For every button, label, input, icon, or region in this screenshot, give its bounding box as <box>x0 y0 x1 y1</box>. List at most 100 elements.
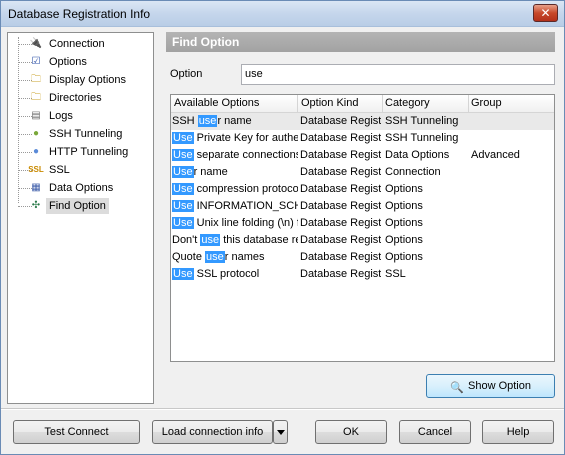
find-option-arrows-icon: ✣ <box>31 200 41 211</box>
option-kind-cell: Database Registr <box>300 115 381 127</box>
column-header-group[interactable]: Group <box>471 97 502 109</box>
search-match-highlight: use <box>197 115 218 127</box>
show-option-button[interactable]: 🔍 Show Option <box>426 374 555 398</box>
grid-header: Available Options Option Kind Category G… <box>171 95 554 113</box>
search-match-highlight: Use <box>172 268 194 280</box>
table-row[interactable]: Use INFORMATION_SCHE Database Registr Opti… <box>171 198 554 215</box>
table-row[interactable]: Quote user names Database Registr Options <box>171 249 554 266</box>
table-row[interactable]: Don't use this database re Database Regis… <box>171 232 554 249</box>
table-row[interactable]: SSH user name Database Registr SSH Tunneli… <box>171 113 554 130</box>
help-button[interactable]: Help <box>482 420 554 444</box>
tree-item-label: HTTP Tunneling <box>49 146 129 158</box>
search-match-highlight: use <box>200 234 221 246</box>
ssh-tunneling-icon: ● <box>32 128 40 139</box>
search-match-highlight: Use <box>172 132 194 144</box>
option-label: Option <box>170 68 203 80</box>
tree-item-directories[interactable]: 🗀 Directories <box>8 90 138 107</box>
option-text: Quote <box>172 251 206 263</box>
available-option-cell: Use SSL protocol <box>172 268 298 283</box>
tree-item-label: Display Options <box>49 74 127 86</box>
table-row[interactable]: Use Unix line folding (\n) fo Database Re… <box>171 215 554 232</box>
group-cell <box>471 183 551 198</box>
option-text: Don't <box>172 234 201 246</box>
option-text: compression protocol <box>193 183 298 195</box>
category-cell: Options <box>385 234 423 246</box>
title-bar[interactable]: Database Registration Info ✕ <box>1 1 564 27</box>
options-tree[interactable]: 🔌 Connection ☑ Options 🗀 Display Options 🗀 Dire… <box>7 32 154 404</box>
table-row[interactable]: User name Database Registr Connection <box>171 164 554 181</box>
option-text: Unix line folding (\n) fo <box>193 217 298 229</box>
option-kind-cell: Database Registr <box>300 183 381 195</box>
database-registration-window: Database Registration Info ✕ 🔌 Connection… <box>0 0 565 455</box>
options-grid[interactable]: Available Options Option Kind Category G… <box>170 94 555 362</box>
search-match-highlight: Use <box>172 149 194 161</box>
tree-item-ssh-tunneling[interactable]: ● SSH Tunneling <box>8 126 138 143</box>
tree-item-data-options[interactable]: ▦ Data Options <box>8 180 138 197</box>
ssl-icon: SSL <box>28 165 44 174</box>
tree-item-logs[interactable]: ▤ Logs <box>8 108 138 125</box>
tree-item-label: Options <box>49 56 87 68</box>
tree-item-label: Directories <box>49 92 102 104</box>
group-cell <box>471 115 551 130</box>
column-divider <box>382 95 383 113</box>
tree-item-label: SSL <box>49 164 70 176</box>
available-option-cell: Use compression protocol <box>172 183 298 198</box>
cancel-button[interactable]: Cancel <box>399 420 471 444</box>
column-header-option-kind[interactable]: Option Kind <box>301 97 358 109</box>
option-kind-cell: Database Registr <box>300 234 381 246</box>
search-match-highlight: use <box>205 251 225 263</box>
option-kind-cell: Database Registr <box>300 166 381 178</box>
category-cell: Options <box>385 200 423 212</box>
tree-item-label: SSH Tunneling <box>49 128 123 140</box>
option-text: r names <box>224 251 265 263</box>
options-checklist-icon: ☑ <box>31 56 41 67</box>
category-cell: Options <box>385 183 423 195</box>
group-cell: Advanced <box>471 149 520 161</box>
page-title: Find Option <box>166 32 555 52</box>
directories-folder-icon: 🗀 <box>31 92 41 103</box>
option-text: SSL protocol <box>193 268 260 280</box>
logs-notepad-icon: ▤ <box>31 110 41 121</box>
load-connection-info-button[interactable]: Load connection info <box>152 420 273 444</box>
column-header-available-options[interactable]: Available Options <box>174 97 259 109</box>
table-row[interactable]: Use SSL protocol Database Registr SSL <box>171 266 554 283</box>
test-connect-button[interactable]: Test Connect <box>13 420 140 444</box>
search-match-highlight: Use <box>172 200 194 212</box>
group-cell <box>471 132 551 147</box>
option-kind-cell: Database Registr <box>300 132 381 144</box>
group-cell <box>471 251 551 266</box>
tree-item-display-options[interactable]: 🗀 Display Options <box>8 72 138 89</box>
option-search-input[interactable]: use <box>241 64 555 85</box>
tree-item-options[interactable]: ☑ Options <box>8 54 138 71</box>
tree-item-label: Data Options <box>49 182 114 194</box>
available-option-cell: Quote user names <box>172 251 298 266</box>
table-row[interactable]: Use separate connections Database Registr… <box>171 147 554 164</box>
group-cell <box>471 217 551 232</box>
data-options-icon: ▦ <box>31 182 41 193</box>
group-cell <box>471 234 551 249</box>
tree-item-label: Connection <box>49 38 105 50</box>
tree-item-http-tunneling[interactable]: ● HTTP Tunneling <box>8 144 138 161</box>
table-row[interactable]: Use compression protocol Database Registr… <box>171 181 554 198</box>
search-match-highlight: Use <box>172 166 194 178</box>
column-divider <box>297 95 298 113</box>
available-option-cell: Use INFORMATION_SCHE <box>172 200 298 215</box>
ok-button[interactable]: OK <box>315 420 387 444</box>
tree-item-find-option[interactable]: ✣ Find Option <box>8 198 138 215</box>
tree-item-ssl[interactable]: SSL SSL <box>8 162 138 179</box>
tree-item-label: Find Option <box>46 198 109 214</box>
available-option-cell: Don't use this database re <box>172 234 298 249</box>
category-cell: SSL <box>385 268 406 280</box>
close-button[interactable]: ✕ <box>533 4 558 22</box>
tree-item-connection[interactable]: 🔌 Connection <box>8 36 138 53</box>
column-divider <box>468 95 469 113</box>
load-connection-dropdown-arrow[interactable] <box>273 420 288 444</box>
column-header-category[interactable]: Category <box>385 97 430 109</box>
option-kind-cell: Database Registr <box>300 217 381 229</box>
table-row[interactable]: Use Private Key for authen Database Regis… <box>171 130 554 147</box>
option-kind-cell: Database Registr <box>300 268 381 280</box>
option-text: r name <box>193 166 228 178</box>
category-cell: SSH Tunneling <box>385 115 459 127</box>
option-text: this database re <box>220 234 298 246</box>
category-cell: SSH Tunneling <box>385 132 459 144</box>
